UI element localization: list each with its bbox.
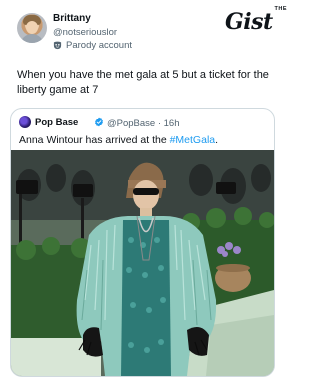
quoted-text-end: . (215, 134, 219, 146)
quoted-author-avatar[interactable] (19, 116, 31, 128)
quoted-post-meta: @PopBase · 16h (107, 117, 180, 129)
quoted-author-name[interactable]: Pop Base (35, 117, 78, 128)
post-author-handle[interactable]: @notseriouslor (53, 27, 117, 38)
parody-label-row: Parody account (53, 40, 132, 51)
quoted-post-photo[interactable] (11, 150, 274, 376)
parody-label: Parody account (66, 40, 133, 51)
post-author-avatar[interactable] (17, 13, 47, 43)
the-gist-logo: THE Gist (225, 6, 295, 38)
post-text: When you have the met gala at 5 but a ti… (17, 69, 269, 96)
verified-badge-icon (95, 117, 103, 127)
quoted-post-card[interactable]: Pop Base @PopBase · 16h Anna Wintour has… (10, 108, 275, 377)
post-author-name[interactable]: Brittany (53, 13, 91, 24)
parody-mask-icon (53, 41, 62, 50)
quoted-text-start: Anna Wintour has arrived at the (19, 134, 170, 146)
the-gist-logo-the: THE (274, 6, 287, 12)
the-gist-logo-wordmark: Gist (225, 9, 273, 35)
quoted-post-text: Anna Wintour has arrived at the #MetGala… (19, 134, 218, 146)
metgala-hashtag-link[interactable]: #MetGala (170, 134, 216, 146)
